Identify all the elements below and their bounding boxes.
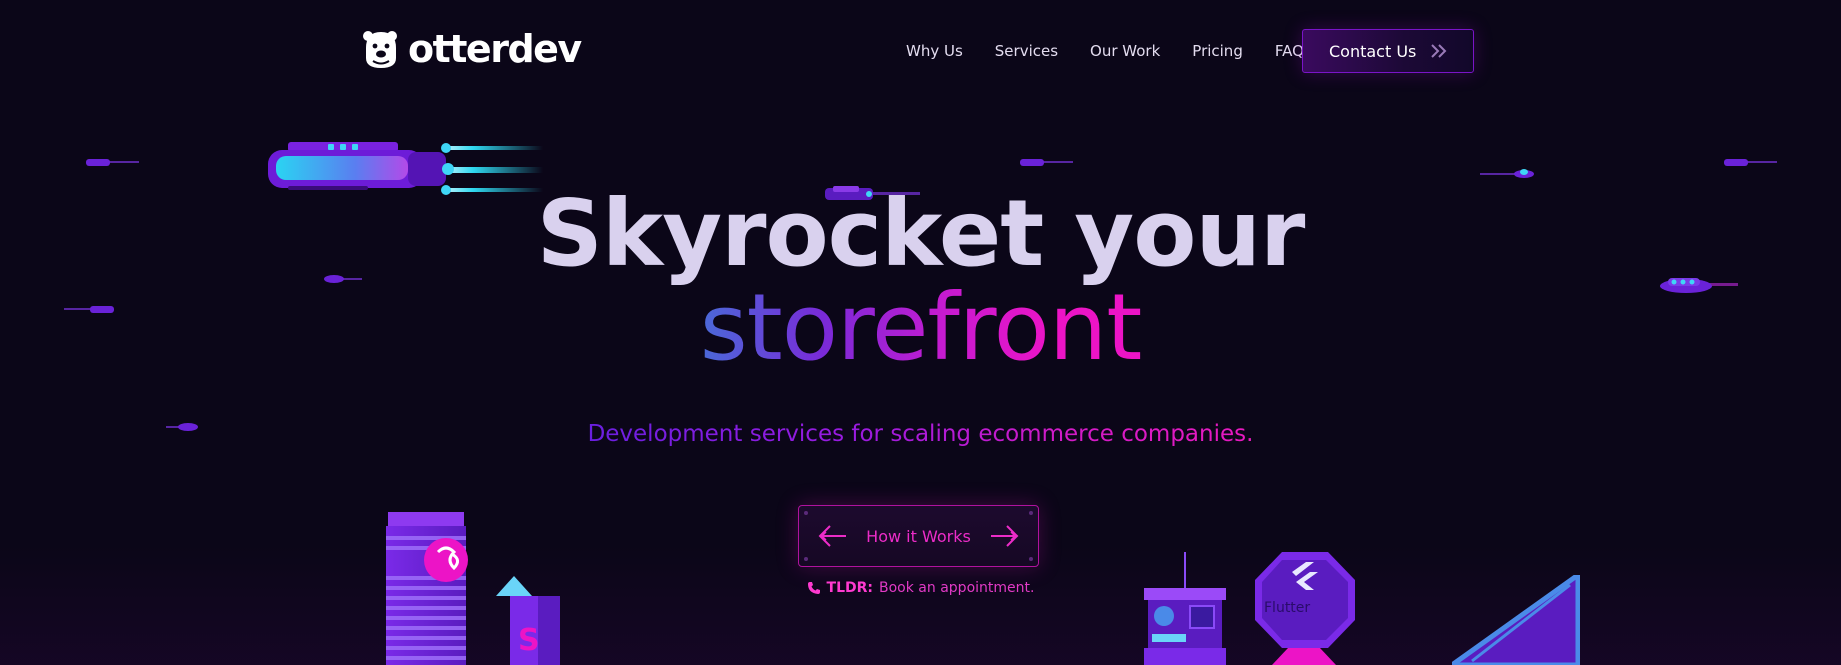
button-corner-dot (1029, 557, 1033, 561)
tiny-spaceship-illustration (1480, 169, 1534, 178)
tldr-line: TLDR: Book an appointment. (0, 580, 1841, 599)
nav-link-our-work[interactable]: Our Work (1090, 42, 1160, 60)
how-it-works-label: How it Works (866, 526, 971, 546)
phone-icon (807, 582, 820, 594)
button-corner-dot (1029, 511, 1033, 515)
double-chevron-right-icon (1431, 44, 1447, 58)
hero-title-gradient-text: storefront (699, 274, 1143, 381)
flutter-tower-illustration: Flutter (1144, 552, 1355, 665)
tech-logo-s: S (518, 623, 540, 658)
tldr-label: TLDR: (826, 580, 874, 596)
brand-logo-link[interactable]: otterdev (362, 27, 582, 71)
hero-subtitle-text: Development services for scaling ecommer… (587, 421, 1254, 447)
contact-us-label: Contact Us (1329, 41, 1417, 61)
how-it-works-button[interactable]: How it Works (798, 505, 1039, 567)
brand-name: otterdev (408, 27, 582, 71)
tiny-spaceship-illustration (1020, 159, 1073, 166)
button-corner-dot (804, 557, 808, 561)
arrow-right-icon (990, 525, 1019, 547)
hero-title-line1: Skyrocket your (536, 180, 1306, 287)
nav-links: Why Us Services Our Work Pricing FAQ (906, 42, 1336, 60)
tiny-spaceship-illustration (1724, 159, 1777, 166)
nav-link-pricing[interactable]: Pricing (1192, 42, 1243, 60)
button-corner-dot (804, 511, 808, 515)
tiny-spaceship-illustration (86, 159, 139, 166)
hero-subtitle: Development services for scaling ecommer… (0, 421, 1841, 447)
hero-title-line2: storefront (0, 282, 1841, 374)
tldr-text: Book an appointment. (879, 580, 1035, 596)
nav-link-why-us[interactable]: Why Us (906, 42, 963, 60)
top-navigation: otterdev Why Us Services Our Work Pricin… (0, 0, 1841, 100)
otter-head-icon (363, 31, 397, 68)
contact-us-button[interactable]: Contact Us (1302, 29, 1474, 73)
nav-link-services[interactable]: Services (995, 42, 1058, 60)
arrow-left-icon (818, 525, 847, 547)
hero-scene: S Flutter otterdev Why Us Services Our W… (0, 0, 1841, 665)
book-appointment-link[interactable]: TLDR: Book an appointment. (807, 580, 1035, 596)
tech-logo-flutter: Flutter (1264, 600, 1310, 616)
nav-link-faq[interactable]: FAQ (1275, 42, 1304, 60)
